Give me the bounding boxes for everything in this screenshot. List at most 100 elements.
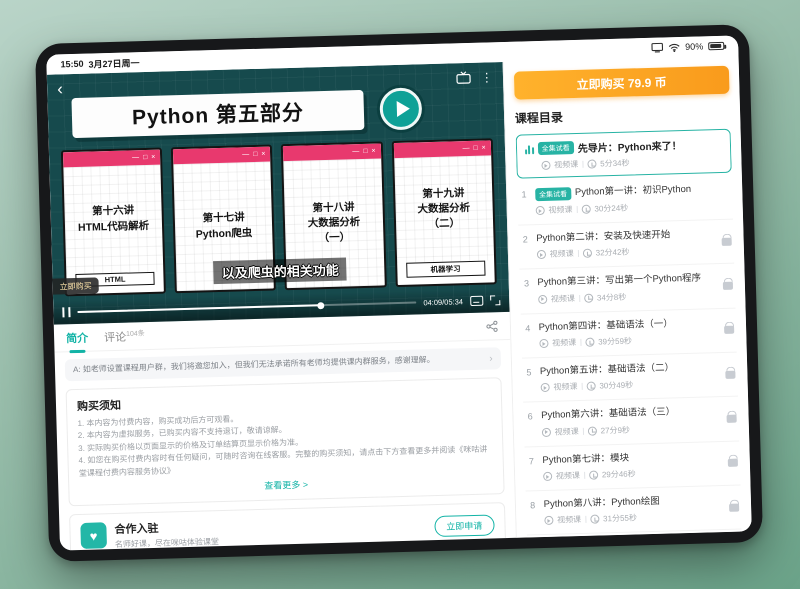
course-title: Python第八讲：Python绘图 bbox=[544, 496, 660, 512]
clock-icon bbox=[587, 159, 596, 168]
tv-cast-icon[interactable] bbox=[456, 71, 471, 84]
chevron-right-icon[interactable]: › bbox=[489, 353, 493, 364]
window-controls: — □ × bbox=[352, 148, 376, 156]
course-item[interactable]: 5 Python第五讲：基础语法（二） 视频课 30分49秒 bbox=[522, 353, 738, 403]
status-date: 3月27日周一 bbox=[88, 56, 139, 70]
video-icon bbox=[542, 428, 551, 437]
video-icon bbox=[539, 339, 548, 348]
apply-button[interactable]: 立即申请 bbox=[434, 514, 495, 537]
more-menu-icon[interactable]: ⋮ bbox=[481, 70, 493, 84]
card-line: 大数据分析 bbox=[308, 216, 361, 231]
course-item[interactable]: 1 全集试看 Python第一讲：初识Python 视频课 bbox=[517, 175, 733, 226]
lock-icon bbox=[728, 459, 738, 467]
tab-comments[interactable]: 评论104条 bbox=[104, 328, 145, 345]
course-duration: 27分9秒 bbox=[600, 424, 630, 436]
course-item[interactable]: 4 Python第四讲：基础语法（一） 视频课 39分59秒 bbox=[520, 308, 736, 358]
battery-percent: 90% bbox=[685, 41, 703, 51]
course-list: 全集试看 先导片：Python来了！ 视频课 5分34秒 bbox=[515, 125, 742, 538]
course-duration: 30分49秒 bbox=[599, 380, 633, 392]
progress-fill bbox=[77, 304, 321, 313]
danmaku-icon[interactable] bbox=[470, 296, 483, 306]
trial-badge: 全集试看 bbox=[535, 187, 571, 201]
lock-icon bbox=[727, 415, 737, 423]
course-item[interactable]: 8 Python第八讲：Python绘图 视频课 31分55秒 bbox=[525, 486, 741, 536]
card-line: 大数据分析 bbox=[417, 202, 470, 217]
course-title: Python第五讲：基础语法（二） bbox=[540, 362, 674, 378]
trial-badge: 全集试看 bbox=[538, 141, 574, 155]
qa-text: A: 如老师设置课程用户群，我们将邀您加入，但我们无法承诺所有老师均提供课内群服… bbox=[73, 353, 485, 376]
partner-title: 合作入驻 bbox=[114, 518, 218, 537]
clock-icon bbox=[584, 293, 593, 302]
course-duration: 5分34秒 bbox=[600, 158, 630, 170]
background: 15:50 3月27日周一 90% ‹ bbox=[0, 0, 800, 589]
clock-icon bbox=[586, 382, 595, 391]
heart-icon: ♥ bbox=[80, 523, 107, 550]
window-controls: — □ × bbox=[132, 154, 156, 162]
pause-icon[interactable] bbox=[62, 307, 70, 317]
card-line: Python爬虫 bbox=[196, 227, 253, 242]
course-duration: 34分8秒 bbox=[597, 291, 627, 303]
progress-bar[interactable] bbox=[77, 302, 416, 313]
course-title: Python第七讲：模块 bbox=[542, 452, 629, 467]
course-item[interactable]: 6 Python第六讲：基础语法（三） 视频课 27分9秒 bbox=[523, 397, 739, 447]
share-icon[interactable] bbox=[486, 320, 498, 332]
course-item[interactable]: 3 Python第三讲：写出第一个Python程序 视频课 34分8秒 bbox=[519, 264, 735, 314]
fullscreen-icon[interactable] bbox=[490, 295, 500, 305]
course-title: Python第六讲：基础语法（三） bbox=[541, 407, 675, 423]
clock-icon bbox=[583, 249, 592, 258]
card-line: 第十七讲 bbox=[202, 212, 244, 226]
clock-icon bbox=[581, 205, 590, 214]
back-button[interactable]: ‹ bbox=[57, 80, 63, 97]
card-line: （二） bbox=[428, 217, 460, 231]
buy-course-button[interactable]: 立即购买 79.9 币 bbox=[514, 66, 730, 100]
video-icon bbox=[537, 250, 546, 259]
tablet-frame: 15:50 3月27日周一 90% ‹ bbox=[35, 24, 763, 562]
course-duration: 29分46秒 bbox=[602, 469, 636, 481]
video-title-banner: Python 第五部分 bbox=[71, 90, 364, 138]
course-item-current[interactable]: 全集试看 先导片：Python来了！ 视频课 5分34秒 bbox=[515, 129, 731, 179]
qa-note[interactable]: A: 如老师设置课程用户群，我们将邀您加入，但我们无法承诺所有老师均提供课内群服… bbox=[65, 347, 501, 381]
course-duration: 39分59秒 bbox=[598, 336, 632, 348]
catalog-title: 课程目录 bbox=[515, 104, 731, 127]
course-title: Python第一讲：初识Python bbox=[575, 184, 691, 200]
main-column: ‹ ⋮ Python 第五部分 — □ × bbox=[47, 62, 517, 551]
course-item[interactable]: 2 Python第二讲：安装及快速开始 视频课 32分42秒 bbox=[518, 220, 734, 270]
purchase-notice: 购买须知 1. 本内容为付费内容，购买成功后方可观看。 2. 本内容为虚拟服务，… bbox=[66, 377, 505, 506]
lock-icon bbox=[724, 326, 734, 334]
video-icon bbox=[538, 295, 547, 304]
playing-equalizer-icon bbox=[525, 144, 534, 154]
play-button[interactable] bbox=[379, 87, 422, 130]
clock-time: 15:50 bbox=[60, 59, 83, 70]
video-icon bbox=[541, 161, 550, 170]
video-title: Python 第五部分 bbox=[132, 97, 305, 132]
course-duration: 30分24秒 bbox=[594, 203, 628, 215]
course-sidebar: 立即购买 79.9 币 课程目录 全集试看 先导片：Python来了！ 视 bbox=[503, 55, 751, 537]
clock-icon bbox=[590, 515, 599, 524]
battery-icon bbox=[708, 42, 724, 50]
lock-icon bbox=[722, 237, 732, 245]
course-duration: 31分55秒 bbox=[603, 513, 637, 525]
clock-icon bbox=[588, 426, 597, 435]
card-line: 第十九讲 bbox=[422, 187, 464, 201]
partner-subtitle: 名师好课，尽在咪咕体验课堂 bbox=[115, 536, 219, 550]
card-line: 第十六讲 bbox=[92, 205, 134, 219]
tablet-screen: 15:50 3月27日周一 90% ‹ bbox=[46, 35, 752, 550]
course-item[interactable]: 7 Python第七讲：模块 视频课 29分46秒 bbox=[524, 441, 740, 491]
tab-intro[interactable]: 简介 bbox=[66, 329, 88, 346]
course-title: 先导片：Python来了！ bbox=[578, 137, 682, 155]
cast-icon bbox=[651, 43, 663, 53]
card-line: HTML代码解析 bbox=[78, 219, 150, 234]
video-icon bbox=[543, 472, 552, 481]
course-title: Python第四讲：基础语法（一） bbox=[539, 318, 673, 334]
window-controls: — □ × bbox=[242, 151, 266, 159]
buy-now-badge[interactable]: 立即购买 bbox=[52, 277, 98, 294]
card-line: 第十八讲 bbox=[312, 201, 354, 215]
video-player: ‹ ⋮ Python 第五部分 — □ × bbox=[47, 62, 510, 325]
lock-icon bbox=[729, 503, 739, 511]
video-icon bbox=[544, 516, 553, 525]
course-title: Python第二讲：安装及快速开始 bbox=[536, 229, 670, 245]
clock-icon bbox=[589, 471, 598, 480]
video-icon bbox=[540, 383, 549, 392]
wifi-icon bbox=[668, 43, 680, 52]
lock-icon bbox=[723, 282, 733, 290]
